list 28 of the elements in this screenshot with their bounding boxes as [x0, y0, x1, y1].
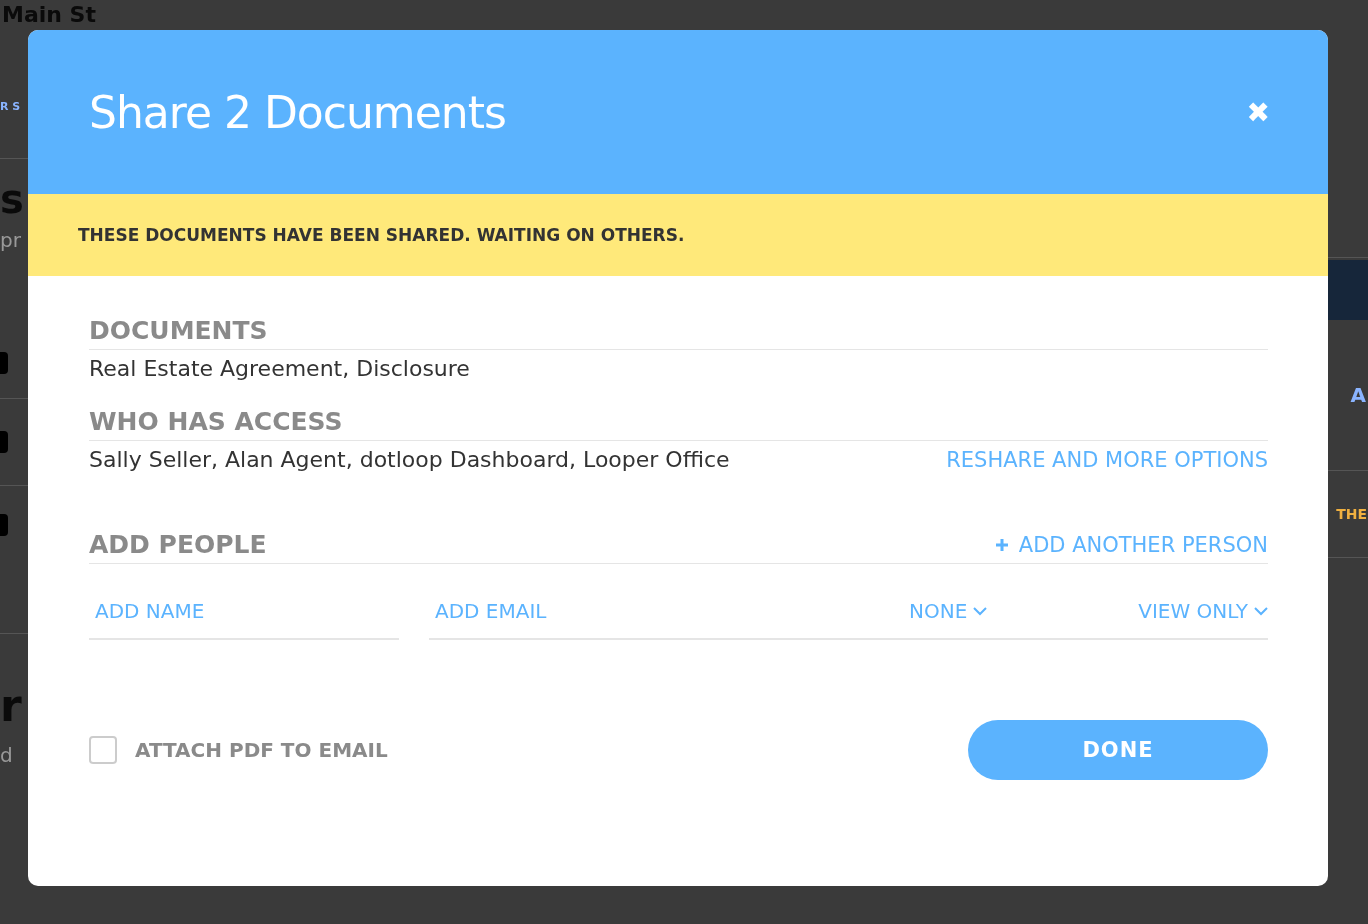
- section-text: pr: [0, 228, 21, 252]
- document-icon: [0, 431, 8, 453]
- document-icon: [0, 352, 8, 374]
- chevron-icon: [1254, 606, 1268, 616]
- done-button[interactable]: DONE: [968, 720, 1268, 780]
- email-field[interactable]: ADD EMAIL NONE VIEW ONLY: [429, 584, 1268, 640]
- dialog-title: Share 2 Documents: [89, 86, 506, 138]
- document-icon: [0, 514, 8, 536]
- checkbox-label: ATTACH PDF TO EMAIL: [135, 738, 388, 762]
- banner-text: THESE DOCUMENTS HAVE BEEN SHARED. WAITING ON OTHERS.: [78, 225, 685, 245]
- chevron-icon: [973, 606, 988, 616]
- reshare-link[interactable]: RESHARE AND MORE OPTIONS: [946, 447, 1268, 472]
- documents-list: Real Estate Agreement, Disclosure: [89, 356, 1268, 381]
- status-text: THE: [1336, 506, 1367, 522]
- checkbox[interactable]: [89, 736, 117, 764]
- plus-icon: [994, 537, 1009, 552]
- permission-dropdown[interactable]: VIEW ONLY: [1138, 599, 1268, 623]
- section-heading: ADD PEOPLE: [89, 530, 267, 559]
- section-text: d: [0, 743, 13, 767]
- header-bar: [1328, 260, 1368, 320]
- close-button[interactable]: ✖: [1246, 95, 1270, 129]
- page-subtitle[interactable]: R S: [0, 100, 21, 113]
- column-label: A: [1350, 383, 1366, 407]
- role-dropdown[interactable]: NONE: [909, 599, 988, 623]
- add-person-link[interactable]: ADD ANOTHER PERSON: [994, 532, 1268, 557]
- access-list: Sally Seller, Alan Agent, dotloop Dashboard, Looper Office: [89, 447, 730, 472]
- section-heading: DOCUMENTS: [89, 316, 1268, 350]
- section-heading: WHO HAS ACCESS: [89, 407, 1268, 441]
